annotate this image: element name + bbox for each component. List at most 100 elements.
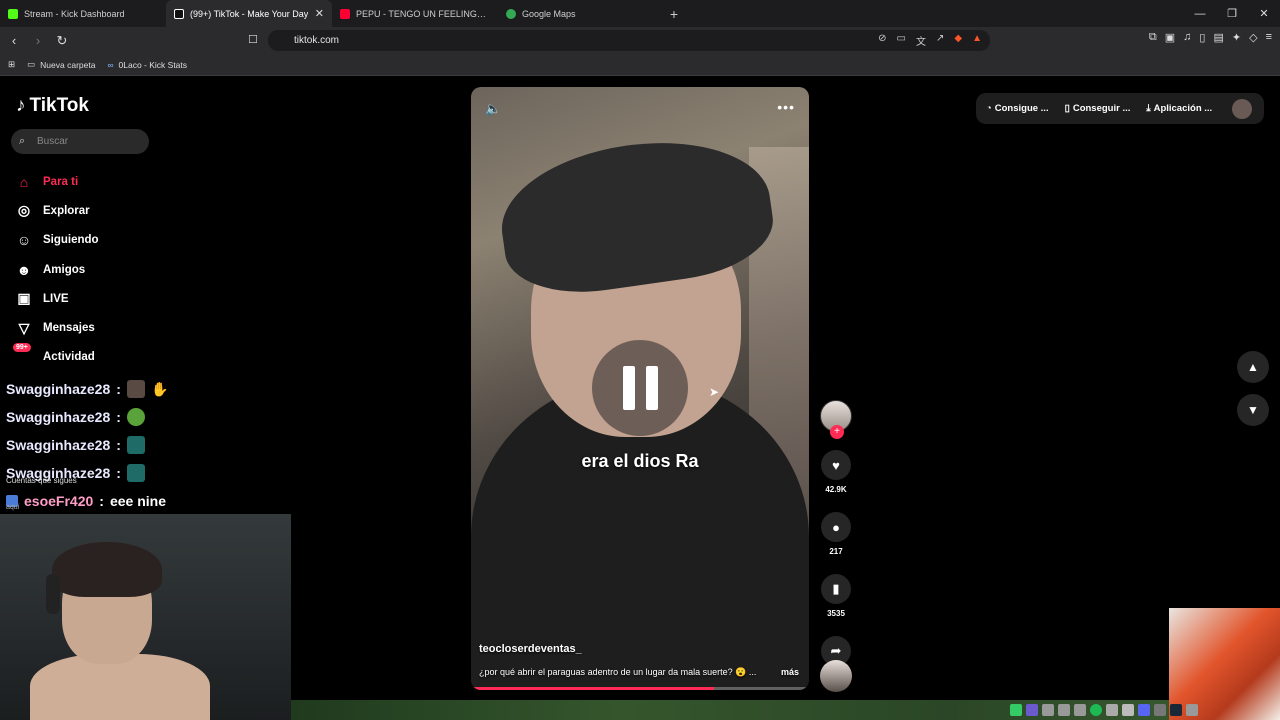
phone-icon: ▯ [1064,103,1070,114]
previous-video-button[interactable]: ▲ [1237,351,1269,383]
aqui-label: aquí [6,504,20,511]
save-button[interactable]: ▮ [821,574,851,604]
progress-fill [471,687,715,690]
sound-avatar[interactable] [820,660,852,692]
tray-icon[interactable] [1026,704,1038,716]
screenshot-icon[interactable]: ▣ [1165,31,1175,44]
nav-siguiendo[interactable]: ☺ Siguiendo [15,226,99,255]
top-right-actions: ◔ Consigue ... ▯ Conseguir ... ⤓ Aplicac… [976,93,1264,124]
share-arrow-icon: ➦ [830,643,842,658]
browser-toolbar: ‹ › ↻ ☐ tiktok.com ⊘ ▭ 文 ↗ ◆ ▲ ⧉ ▣ ♫ ▯ ▤… [0,27,1280,54]
nav-amigos[interactable]: ☻ Amigos [15,255,99,284]
tray-icon[interactable] [1106,704,1118,716]
nav-actividad[interactable]: 99+ Actividad [13,342,99,372]
tray-icon[interactable] [1058,704,1070,716]
leo-icon[interactable]: ✦ [1232,31,1241,44]
more-options-icon[interactable]: ••• [777,99,795,115]
back-icon[interactable]: ‹ [4,31,24,51]
rewards-icon[interactable]: ▲ [972,33,982,48]
tray-icon[interactable] [1154,704,1166,716]
cast-icon[interactable]: ▭ [897,33,906,48]
tiktok-logo[interactable]: ♪ TikTok [16,95,89,117]
new-tab-button[interactable]: + [664,6,684,22]
tab-youtube[interactable]: PEPU - TENGO UN FEELING (Visualiz [332,0,498,27]
button-label: Aplicación ... [1153,103,1213,114]
spotify-icon[interactable] [1090,704,1102,716]
author-avatar[interactable]: + [820,400,852,439]
share-icon[interactable]: ↗ [936,33,944,48]
like-count: 42.9K [825,485,847,494]
nav-live[interactable]: ▣ LIVE [15,284,99,313]
tray-icon[interactable] [1186,704,1198,716]
nav-mensajes[interactable]: ▽ Mensajes [15,313,99,342]
close-window-icon[interactable]: ✕ [1248,0,1280,27]
apps-grid-icon[interactable]: ⊞ [8,59,15,70]
tray-icon[interactable] [1122,704,1134,716]
chat-user: esoeFr420 [24,493,94,509]
profile-avatar[interactable] [1232,98,1253,119]
chat-user: Swagginhaze28 [6,437,111,453]
chat-line: Swagginhaze28 : [6,403,296,431]
comment-button[interactable]: ● [821,512,851,542]
steam-icon[interactable] [1170,704,1182,716]
vpn-icon[interactable]: ◇ [1249,31,1257,44]
search-input[interactable]: ⌕ Buscar [11,129,149,154]
following-label: Cuentas que sigues [6,476,77,485]
close-tab-icon[interactable]: ✕ [315,7,324,20]
wallet-icon[interactable]: ▤ [1213,31,1223,44]
tab-google-maps[interactable]: Google Maps [498,0,664,27]
nav-para-ti[interactable]: ⌂ Para ti [15,167,99,196]
more-link[interactable]: más [781,667,799,678]
sidebar-icon[interactable]: ▯ [1199,31,1205,44]
video-author[interactable]: teocloserdeventas_ [479,643,582,655]
like-button[interactable]: ♥ [821,450,851,480]
comment-count: 217 [829,547,843,556]
no-track-icon[interactable]: ⊘ [878,33,886,48]
restore-icon[interactable]: ❐ [1216,0,1248,27]
tab-label: PEPU - TENGO UN FEELING (Visualiz [356,8,486,19]
video-player[interactable]: 🔈 ••• era el dios Ra teocloserdeventas_ … [471,87,809,690]
tray-icon[interactable] [1074,704,1086,716]
nav-label: Siguiendo [43,234,99,247]
bookmark-kick-stats[interactable]: ∞ 0Laco - Kick Stats [107,60,187,70]
minimize-icon[interactable]: — [1184,0,1216,27]
tray-icon[interactable] [1042,704,1054,716]
tab-label: (99+) TikTok - Make Your Day [190,8,309,19]
search-icon: ⌕ [19,135,26,147]
video-progress-bar[interactable] [471,687,809,690]
extensions-icon[interactable]: ⧉ [1149,31,1157,44]
next-video-button[interactable]: ▼ [1237,394,1269,426]
volume-icon[interactable]: 🔈 [485,101,501,117]
tab-kick-dashboard[interactable]: Stream - Kick Dashboard [0,0,166,27]
tab-label: Google Maps [522,8,576,19]
bookmark-icon[interactable]: ☐ [248,33,258,46]
bookmark-folder[interactable]: ▭ Nueva carpeta [27,59,95,70]
pause-button[interactable] [592,340,688,436]
menu-icon[interactable]: ≡ [1266,31,1272,44]
chat-line: esoeFr420 : eee nine [6,487,296,515]
tray-icon[interactable] [1138,704,1150,716]
tab-tiktok[interactable]: (99+) TikTok - Make Your Day ✕ [166,0,332,27]
get-app-button[interactable]: ▯ Conseguir ... [1065,103,1131,114]
nav-explorar[interactable]: ◎ Explorar [15,196,99,225]
mouse-cursor-icon: ➤ [709,385,720,399]
pepe-emote-icon [126,408,145,426]
extensions-area: ⧉ ▣ ♫ ▯ ▤ ✦ ◇ ≡ [1149,31,1272,44]
reload-icon[interactable]: ↻ [52,31,72,51]
chat-line: Swagginhaze28 : ✋ [6,375,296,403]
get-coins-button[interactable]: ◔ Consigue ... [986,103,1049,114]
brave-shield-icon[interactable]: ◆ [954,33,962,48]
translate-icon[interactable]: 文 [916,33,926,48]
emote-icon [126,380,145,398]
tiktok-favicon-icon [174,8,184,19]
nav-label: Explorar [43,204,90,217]
chevron-up-icon: ▲ [1247,360,1259,374]
desktop-app-button[interactable]: ⤓ Aplicación ... [1146,103,1212,114]
address-bar-icons: ⊘ ▭ 文 ↗ ◆ ▲ [878,33,982,48]
follow-plus-icon[interactable]: + [830,425,844,439]
chat-line: Swagginhaze28 : [6,431,296,459]
forward-icon[interactable]: › [28,31,48,51]
address-bar[interactable]: tiktok.com ⊘ ▭ 文 ↗ ◆ ▲ [268,30,990,51]
tray-icon[interactable] [1010,704,1022,716]
music-icon[interactable]: ♫ [1183,31,1191,44]
